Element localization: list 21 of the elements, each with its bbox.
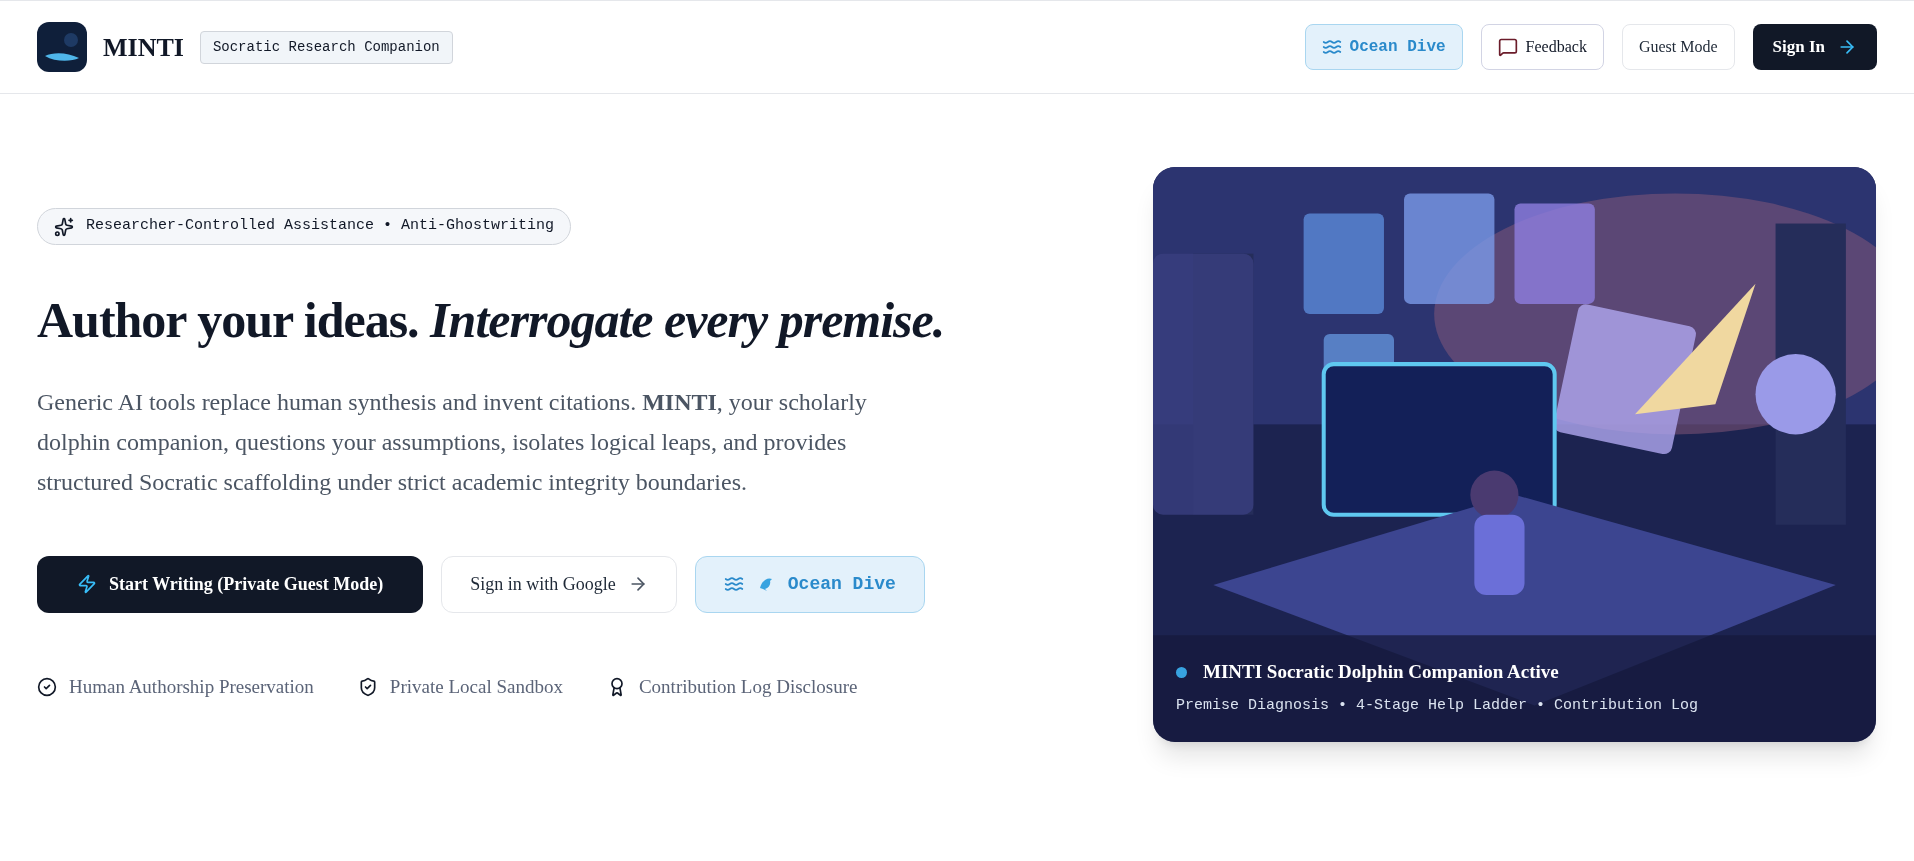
feedback-button[interactable]: Feedback [1480,24,1604,70]
card-subtitle: Premise Diagnosis • 4-Stage Help Ladder • Contribution Log [1176,695,1699,716]
badge-text: Researcher-Controlled Assistance • Anti-Ghostwriting [86,216,555,237]
feature-label: Contribution Log Disclosure [638,674,858,699]
guest-mode-button[interactable]: Guest Mode [1621,24,1735,70]
google-sign-in-button[interactable]: Sign in with Google [441,555,677,613]
check-circle-icon [37,676,57,697]
card-title: MINTI Socratic Dolphin Companion Active [1203,660,1559,684]
feature-label: Private Local Sandbox [389,674,563,699]
hero-description: Generic AI tools replace human synthesis and invent citations. MINTI, your scholarly dolphin companion, questions your assumptions, isolates logical leaps, and provides structured Socratic scaffolding under strict academic integrity boundaries. [37,387,868,497]
tagline-tag: Socratic Research Companion [199,30,453,64]
start-writing-button[interactable]: Start Writing (Private Guest Mode) [37,555,424,613]
sparkles-icon [54,216,74,237]
waves-icon [1321,37,1342,57]
brand-name: MINTI [103,31,184,64]
feature-label: Human Authorship Preservation [69,674,314,699]
lightning-icon [77,574,97,594]
chat-bubble-icon [1497,37,1518,57]
sign-in-button[interactable]: Sign In [1752,24,1877,70]
waves-icon [723,574,744,594]
hero-heading: Author your ideas. Interrogate every premise. [37,291,946,350]
